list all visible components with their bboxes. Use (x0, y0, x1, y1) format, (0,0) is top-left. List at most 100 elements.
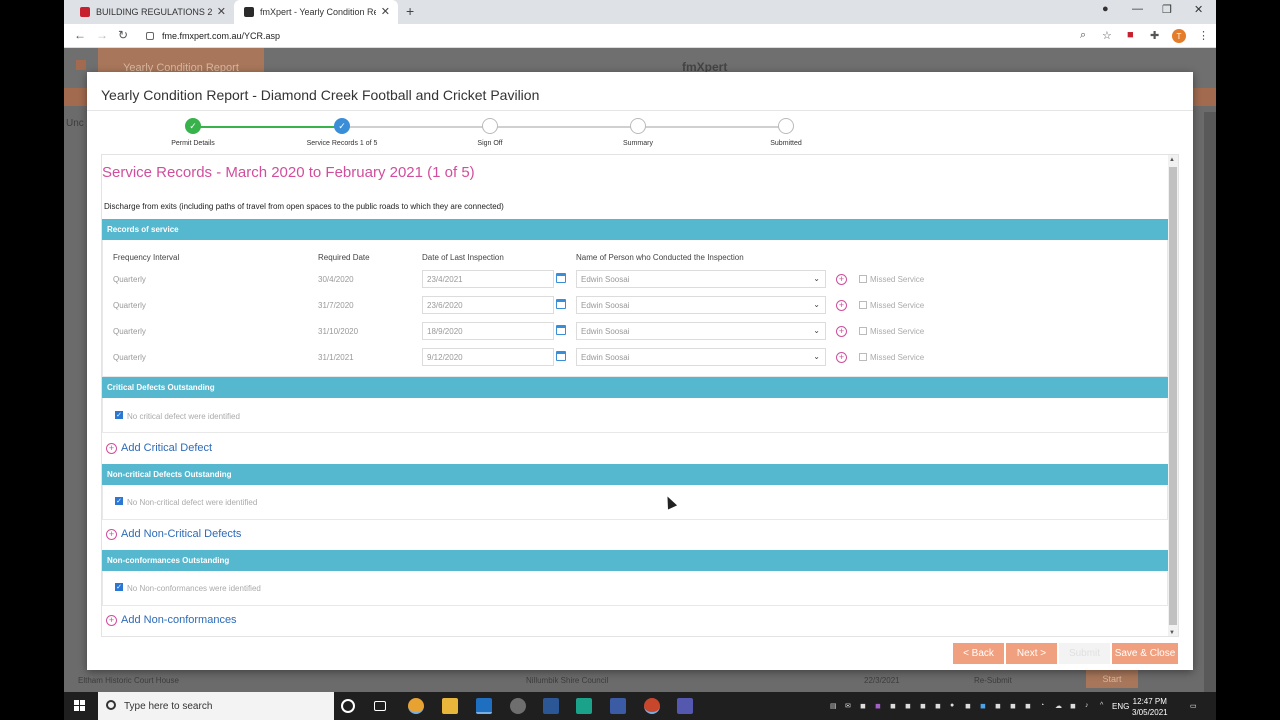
inspector-select[interactable]: Edwin Soosai ⌄ (576, 322, 826, 340)
tray-app-icon[interactable]: ◼ (935, 702, 941, 710)
back-arrow-icon[interactable]: ← (74, 28, 86, 42)
app-icon[interactable] (510, 698, 526, 714)
last-inspection-input[interactable]: 23/4/2021 (422, 270, 554, 288)
teams-icon[interactable] (677, 698, 693, 714)
tray-app-icon[interactable]: ◼ (1025, 702, 1031, 710)
content-scrollbar[interactable]: ▲ ▼ (1168, 155, 1178, 636)
language-indicator[interactable]: ENG (1112, 702, 1129, 711)
file-explorer-icon[interactable] (442, 698, 458, 714)
cortana-icon[interactable] (341, 699, 355, 713)
inspector-select[interactable]: Edwin Soosai ⌄ (576, 270, 826, 288)
calendar-icon[interactable] (556, 351, 566, 361)
last-inspection-input[interactable]: 18/9/2020 (422, 322, 554, 340)
tray-wifi-icon[interactable]: ◔ (1040, 702, 1044, 709)
browser-tab-building-regulations[interactable]: BUILDING REGULATIONS 2018 - ✕ (70, 0, 234, 24)
add-nonconformances-link[interactable]: + Add Non-conformances (106, 614, 237, 626)
app-icon[interactable] (610, 698, 626, 714)
loop-app-icon[interactable] (576, 698, 592, 714)
profile-menu-icon[interactable]: ● (1102, 3, 1109, 15)
add-person-plus-icon[interactable]: + (836, 274, 847, 285)
taskbar-clock[interactable]: 12:47 PM 3/05/2021 (1132, 696, 1168, 718)
missed-service-checkbox[interactable] (859, 353, 867, 361)
missed-service-checkbox[interactable] (859, 301, 867, 309)
calendar-icon[interactable] (556, 299, 566, 309)
tray-cloud-icon[interactable]: ☁ (1055, 702, 1062, 710)
outlook-icon[interactable] (476, 698, 492, 714)
bookmark-star-icon[interactable]: ☆ (1102, 29, 1112, 42)
tray-app-icon[interactable]: ◼ (860, 702, 866, 710)
page-scrollbar[interactable] (1204, 112, 1216, 692)
inspector-select[interactable]: Edwin Soosai ⌄ (576, 296, 826, 314)
tray-app-icon[interactable]: ◼ (905, 702, 911, 710)
back-button[interactable]: < Back (953, 643, 1004, 664)
tray-mic-icon[interactable]: ● (950, 702, 954, 709)
last-inspection-input[interactable]: 9/12/2020 (422, 348, 554, 366)
tray-app-icon[interactable]: ◼ (1070, 702, 1076, 710)
tray-app-icon[interactable]: ◼ (995, 702, 1001, 710)
tray-mail-icon[interactable]: ✉ (845, 702, 851, 710)
row-required-date: 31/7/2020 (318, 301, 354, 310)
tray-chevron-icon[interactable]: ^ (1100, 702, 1103, 709)
forward-arrow-icon[interactable]: → (96, 28, 108, 42)
taskbar-search[interactable]: Type here to search (98, 692, 334, 720)
reload-icon[interactable]: ↻ (118, 28, 128, 42)
browser-tab-fmxpert[interactable]: fmXpert - Yearly Condition Repo ✕ (234, 0, 398, 24)
powerpoint-icon[interactable] (644, 698, 660, 714)
no-noncritical-defect-checkbox[interactable]: ✓ (115, 497, 123, 505)
tray-printer-icon[interactable]: ▤ (830, 702, 837, 710)
submit-button[interactable]: Submit (1059, 643, 1110, 664)
calendar-icon[interactable] (556, 273, 566, 283)
notifications-icon[interactable]: ▭ (1190, 702, 1197, 710)
maximize-icon[interactable]: ❐ (1162, 3, 1172, 16)
new-tab-icon[interactable]: + (406, 3, 414, 19)
address-bar[interactable]: fme.fmxpert.com.au/YCR.asp (140, 27, 1110, 45)
missed-service-checkbox[interactable] (859, 327, 867, 335)
pdf-extension-icon[interactable]: ■ (1127, 29, 1134, 41)
word-icon[interactable] (543, 698, 559, 714)
missed-service-checkbox[interactable] (859, 275, 867, 283)
plus-circle-icon: + (106, 528, 117, 540)
next-button[interactable]: Next > (1006, 643, 1057, 664)
calendar-icon[interactable] (556, 325, 566, 335)
step-sign-off-dot (482, 118, 498, 134)
add-person-plus-icon[interactable]: + (836, 300, 847, 311)
scroll-thumb[interactable] (1169, 167, 1177, 625)
clock-time: 12:47 PM (1132, 697, 1167, 706)
no-noncritical-defect-label: No Non-critical defect were identified (127, 498, 258, 507)
tray-app-icon[interactable]: ◼ (965, 702, 971, 710)
noncritical-defects-box (102, 485, 1168, 520)
windows-start-icon[interactable] (74, 700, 86, 712)
scroll-up-icon[interactable]: ▲ (1169, 157, 1175, 163)
no-nonconformances-checkbox[interactable]: ✓ (115, 583, 123, 591)
save-close-button[interactable]: Save & Close (1112, 643, 1178, 664)
add-noncritical-defects-link[interactable]: + Add Non-Critical Defects (106, 528, 241, 540)
task-view-icon[interactable] (374, 701, 386, 711)
row-required-date: 31/10/2020 (318, 327, 359, 336)
inspector-value: Edwin Soosai (581, 274, 630, 284)
tray-onenote-icon[interactable]: ◼ (875, 702, 881, 710)
close-tab-icon[interactable]: ✕ (217, 5, 226, 18)
inspector-select[interactable]: Edwin Soosai ⌄ (576, 348, 826, 366)
step-label: Permit Details (171, 140, 215, 147)
add-person-plus-icon[interactable]: + (836, 352, 847, 363)
extensions-puzzle-icon[interactable]: ✚ (1150, 29, 1159, 42)
add-person-plus-icon[interactable]: + (836, 326, 847, 337)
add-critical-defect-link[interactable]: + Add Critical Defect (106, 442, 212, 454)
scroll-down-icon[interactable]: ▼ (1169, 630, 1175, 636)
close-tab-icon[interactable]: ✕ (381, 5, 390, 18)
browser-menu-icon[interactable]: ⋮ (1198, 29, 1209, 42)
tray-app-icon[interactable]: ◼ (890, 702, 896, 710)
tray-app-icon[interactable]: ◼ (1010, 702, 1016, 710)
close-window-icon[interactable]: ✕ (1194, 3, 1203, 16)
tray-outlook-icon[interactable]: ◼ (980, 702, 986, 710)
tab-title: fmXpert - Yearly Condition Repo (260, 7, 376, 17)
zoom-icon[interactable]: ⌕ (1080, 29, 1086, 42)
row-required-date: 31/1/2021 (318, 353, 354, 362)
tray-volume-icon[interactable]: ♪ (1085, 702, 1089, 709)
chrome-icon[interactable] (408, 698, 424, 714)
minimize-icon[interactable]: — (1132, 3, 1143, 15)
profile-avatar[interactable]: T (1172, 29, 1186, 43)
last-inspection-input[interactable]: 23/6/2020 (422, 296, 554, 314)
no-critical-defect-checkbox[interactable]: ✓ (115, 411, 123, 419)
tray-app-icon[interactable]: ◼ (920, 702, 926, 710)
